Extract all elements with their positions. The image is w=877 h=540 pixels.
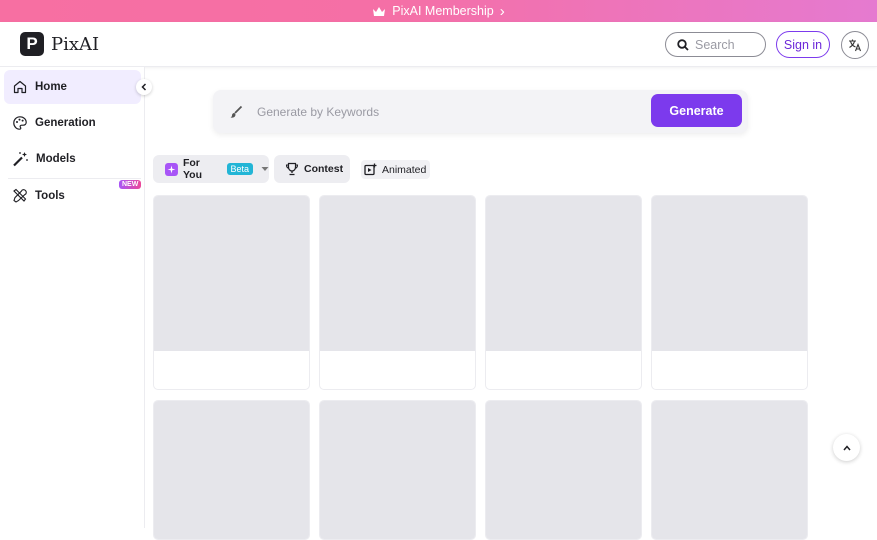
search-input[interactable]: Search [665,32,766,57]
generate-keyword-input[interactable]: Generate by Keywords [257,105,379,119]
artwork-thumbnail [486,401,641,539]
membership-banner[interactable]: PixAI Membership › [0,0,877,22]
artwork-thumbnail [652,401,807,539]
sidebar-item-tools[interactable]: Tools [4,179,141,213]
membership-banner-label: PixAI Membership [392,4,494,18]
artwork-card[interactable] [651,400,808,540]
beta-badge: Beta [226,163,254,175]
artwork-card[interactable] [319,400,476,540]
sparkle-icon [165,162,178,176]
magic-wand-icon [13,152,28,167]
home-icon [13,80,27,94]
artwork-card[interactable] [153,195,310,390]
tab-for-you-label: For You [182,157,203,181]
artwork-card[interactable] [319,195,476,390]
sign-in-button[interactable]: Sign in [776,31,830,58]
generate-button[interactable]: Generate [651,94,742,127]
artwork-card[interactable] [485,400,642,540]
sidebar-item-label: Generation [35,117,96,129]
palette-icon [13,116,27,130]
logo-mark: P [20,32,44,56]
trophy-icon [285,162,299,176]
artwork-thumbnail [486,196,641,351]
search-icon [677,38,689,51]
tools-icon [13,188,27,203]
chevron-right-icon: › [499,2,505,20]
tab-contest-label: Contest [304,163,344,175]
generate-bar: Generate by Keywords Generate [213,90,748,133]
crown-icon [373,6,386,16]
pixai-logo[interactable]: P PixAI [20,32,99,56]
caret-down-icon[interactable] [261,166,269,172]
artwork-thumbnail [320,401,475,539]
artwork-card[interactable] [153,400,310,540]
tab-contest[interactable]: Contest [274,155,350,183]
search-placeholder: Search [695,37,735,52]
sidebar-item-generation[interactable]: Generation [4,106,141,140]
sidebar: Home Generation Models NEW Tools [0,67,145,528]
sidebar-item-label: Home [35,81,67,93]
artwork-thumbnail [652,196,807,351]
artwork-card[interactable] [651,195,808,390]
animated-add-icon [364,163,377,176]
brush-icon [230,105,243,118]
sidebar-collapse-button[interactable] [136,79,152,95]
artwork-thumbnail [154,401,309,539]
tab-for-you[interactable]: For You Beta [153,155,269,183]
sidebar-item-models[interactable]: Models [4,142,141,176]
artwork-thumbnail [320,196,475,351]
chevron-left-icon [141,83,147,91]
sidebar-item-label: Tools [35,190,65,202]
chevron-up-icon [842,444,851,450]
tab-animated[interactable]: Animated [361,160,430,179]
artwork-card[interactable] [485,195,642,390]
sidebar-item-home[interactable]: Home [4,70,141,104]
tab-animated-label: Animated [382,163,427,176]
translate-icon [849,39,862,52]
language-button[interactable] [841,31,869,59]
top-header: P PixAI Search Sign in [0,22,877,67]
scroll-to-top-button[interactable] [833,434,860,461]
artwork-thumbnail [154,196,309,351]
sidebar-item-label: Models [36,153,76,165]
logo-text: PixAI [51,33,100,55]
